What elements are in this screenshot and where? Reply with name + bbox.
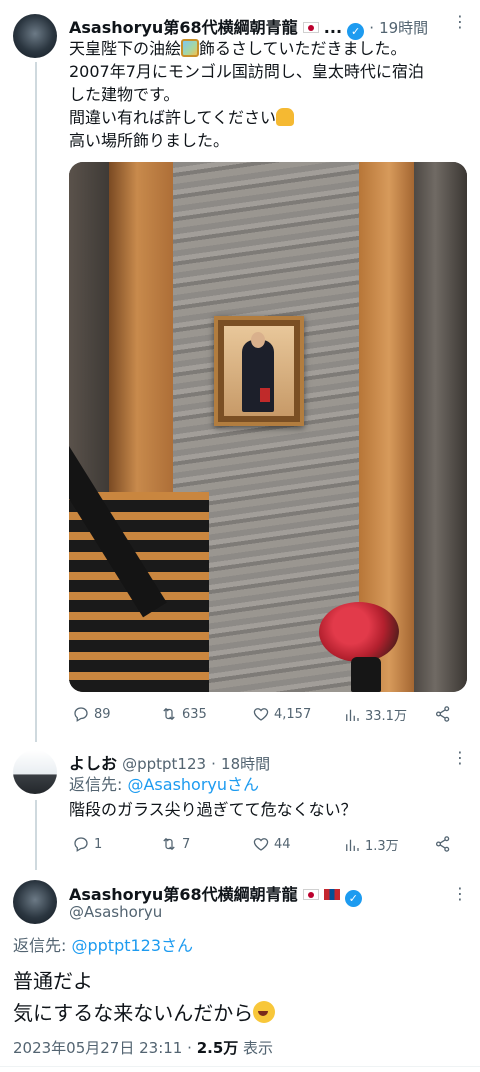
avatar[interactable]: [13, 880, 57, 924]
like-button[interactable]: 4,157: [252, 705, 311, 723]
views-count: 2.5万: [196, 1039, 239, 1057]
reply-to-line: 返信先: @pptpt123さん: [13, 934, 193, 957]
thread-line: [35, 62, 37, 742]
portrait-canvas: [224, 326, 294, 416]
views-count: 33.1万: [365, 709, 407, 724]
views-icon: [346, 839, 359, 851]
views-button[interactable]: 1.3万: [343, 835, 399, 854]
framed-picture-icon: [181, 39, 200, 57]
reply-header: よしお @pptpt123 · 18時間: [69, 750, 439, 773]
mongolia-flag-icon: [323, 889, 340, 900]
views-count: 1.3万: [365, 839, 399, 854]
folded-hands-icon: [276, 108, 295, 126]
reply-to-label: 返信先:: [13, 936, 72, 955]
views-label: 表示: [243, 1039, 274, 1057]
heart-icon: [253, 708, 269, 721]
tweet-line: 天皇陛下の油絵 飾るさしていただきました。: [69, 39, 407, 58]
share-icon: [435, 836, 450, 852]
main-text: 普通だよ 気にするな来ないんだから: [13, 965, 276, 1029]
tweet-line: 間違い有れば許してください: [69, 106, 469, 129]
heart-icon: [253, 838, 269, 851]
more-dots-icon[interactable]: ⋮: [452, 884, 469, 903]
tweet-line: 2007年7月にモンゴル国訪問し、皇太時代に宿泊: [69, 62, 424, 81]
like-count: 44: [274, 836, 291, 852]
reply-button[interactable]: 1: [72, 835, 102, 853]
laughing-face-icon: [253, 1001, 276, 1023]
avatar[interactable]: [13, 750, 57, 794]
timestamp[interactable]: 2023年05月27日 23:11: [13, 1039, 182, 1057]
photo-flowers: [319, 602, 399, 662]
tweet-time[interactable]: 18時間: [221, 755, 270, 773]
reply-text: 階段のガラス尖り過ぎてて危なくない？: [69, 800, 357, 819]
separator: ·: [211, 755, 216, 773]
japan-flag-icon: [302, 22, 319, 33]
reply-icon: [74, 837, 88, 852]
tweet-line: した建物です。: [69, 85, 180, 104]
japan-flag-icon: [302, 889, 319, 900]
main-line: 普通だよ: [13, 969, 93, 993]
retweet-icon: [163, 837, 175, 851]
more-dots-icon[interactable]: ⋮: [452, 748, 469, 767]
tweet-time[interactable]: 19時間: [379, 19, 428, 37]
name-ellipsis: ...: [323, 18, 343, 37]
reply-to-label: 返信先:: [69, 775, 128, 794]
reply-count: 89: [94, 706, 111, 722]
author-name[interactable]: Asashoryu第68代横綱朝青龍: [69, 885, 298, 904]
author-name[interactable]: Asashoryu第68代横綱朝青龍: [69, 18, 298, 37]
reply-button[interactable]: 89: [72, 705, 111, 723]
author-handle[interactable]: @Asashoryu: [69, 903, 162, 921]
photo-vase: [351, 657, 381, 692]
share-button[interactable]: [434, 705, 452, 723]
reply-to-link[interactable]: @pptpt123: [71, 936, 161, 955]
separator: ·: [369, 19, 374, 37]
author-handle[interactable]: @pptpt123: [122, 755, 206, 773]
verified-badge-icon: ✓: [344, 890, 362, 907]
tweet-photo[interactable]: [69, 162, 467, 692]
share-icon: [435, 706, 450, 722]
reply-icon: [74, 707, 88, 722]
thread-line: [35, 800, 37, 870]
reply-to-suffix: さん: [161, 936, 194, 955]
author-name[interactable]: よしお: [69, 754, 117, 773]
retweet-count: 635: [182, 706, 207, 722]
retweet-button[interactable]: 635: [160, 705, 207, 723]
views-button[interactable]: 33.1万: [343, 705, 407, 724]
tweet-line: 高い場所飾りました。: [69, 131, 230, 150]
like-count: 4,157: [274, 706, 312, 722]
main-header: Asashoryu第68代横綱朝青龍 ✓: [69, 881, 439, 907]
tweet-text: 天皇陛下の油絵 飾るさしていただきました。 2007年7月にモンゴル国訪問し、皇太…: [69, 37, 469, 152]
main-meta: 2023年05月27日 23:11 · 2.5万 表示: [13, 1037, 273, 1058]
reply-to-suffix: さん: [227, 775, 260, 794]
share-button[interactable]: [434, 835, 452, 853]
reply-count: 1: [94, 836, 103, 852]
retweet-button[interactable]: 7: [160, 835, 190, 853]
avatar[interactable]: [13, 14, 57, 58]
tweet-header: Asashoryu第68代横綱朝青龍 ... ✓ · 19時間: [69, 14, 439, 40]
portrait-painting: [214, 316, 304, 426]
portrait-sash: [260, 388, 270, 402]
portrait-head: [251, 332, 265, 348]
divider: [0, 1066, 480, 1067]
retweet-icon: [163, 707, 175, 721]
views-icon: [346, 709, 359, 721]
more-dots-icon[interactable]: ⋮: [452, 12, 469, 31]
separator: ·: [187, 1039, 192, 1057]
retweet-count: 7: [182, 836, 191, 852]
reply-to-line: 返信先: @Asashoryuさん: [69, 773, 259, 796]
main-line: 気にするな来ないんだから: [13, 997, 276, 1029]
like-button[interactable]: 44: [252, 835, 291, 853]
photo-panel: [414, 162, 467, 692]
reply-to-link[interactable]: @Asashoryu: [127, 775, 227, 794]
